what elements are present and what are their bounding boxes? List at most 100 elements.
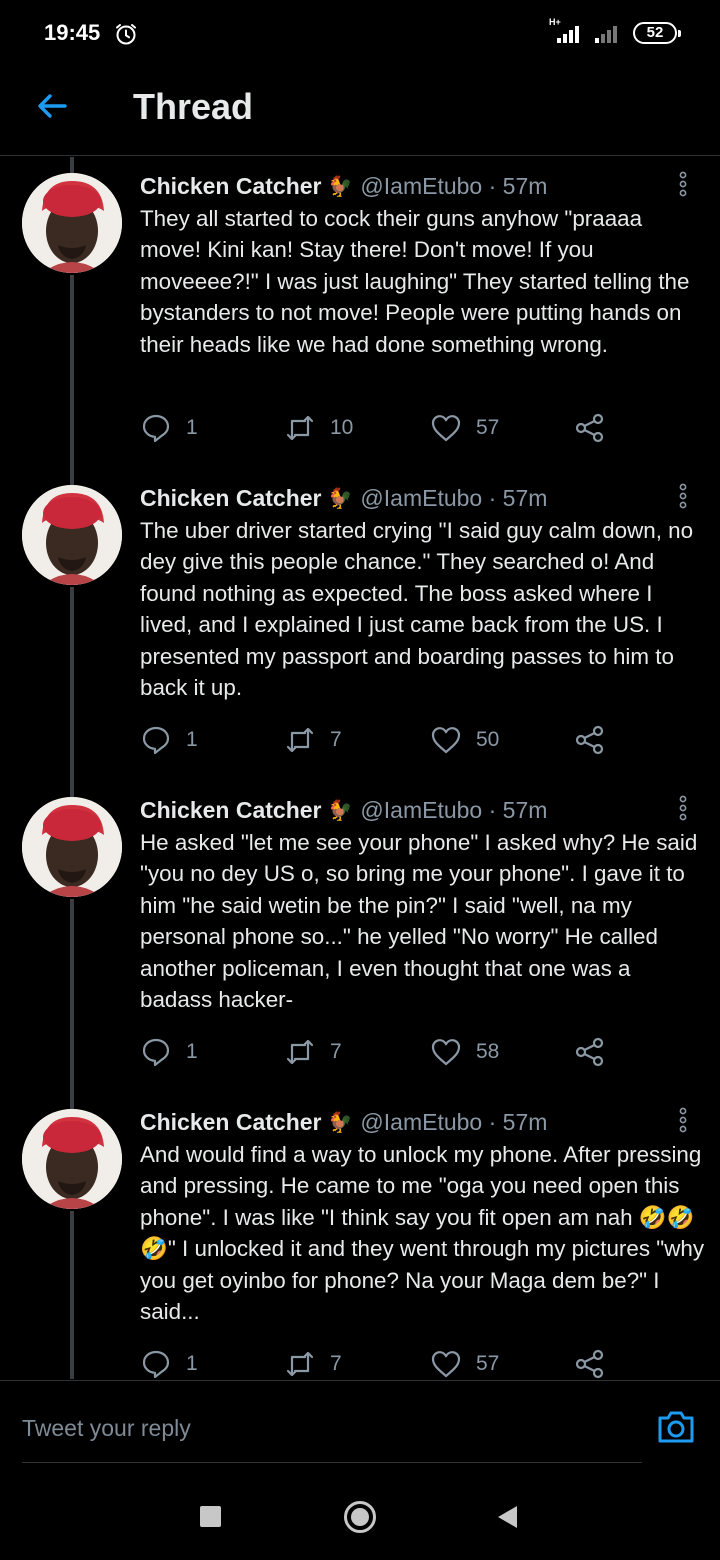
author-name[interactable]: Chicken Catcher [140, 173, 322, 199]
retweet-button[interactable]: 7 [284, 1348, 342, 1379]
retweet-icon [286, 727, 314, 753]
like-button[interactable]: 57 [430, 1348, 499, 1379]
like-button[interactable]: 57 [430, 412, 499, 444]
reply-button[interactable]: 1 [140, 724, 198, 756]
rooster-emoji-icon: 🐓 [327, 488, 353, 510]
arrow-left-icon[interactable] [34, 88, 70, 124]
reply-input[interactable]: Tweet your reply [22, 1381, 642, 1463]
avatar[interactable] [22, 485, 122, 585]
tweet-header: Chicken Catcher 🐓 @IamEtubo · 57m [140, 797, 670, 824]
rooster-emoji-icon: 🐓 [327, 800, 353, 822]
avatar[interactable] [22, 1109, 122, 1209]
tweet[interactable]: Chicken Catcher 🐓 @IamEtubo · 57m The uber… [0, 469, 720, 781]
more-vertical-icon[interactable] [676, 795, 690, 821]
heart-icon [431, 727, 461, 754]
home-circle-icon[interactable] [343, 1500, 377, 1534]
thread-list[interactable]: Chicken Catcher 🐓 @IamEtubo · 57m They all… [0, 157, 720, 1379]
share-button[interactable] [574, 412, 606, 444]
reply-count: 1 [186, 1352, 198, 1375]
tweet-header: Chicken Catcher 🐓 @IamEtubo · 57m [140, 485, 670, 512]
tweet-header: Chicken Catcher 🐓 @IamEtubo · 57m [140, 173, 670, 200]
separator-dot: · [488, 485, 497, 511]
recents-square-icon[interactable] [200, 1506, 221, 1527]
reply-count: 1 [186, 416, 198, 439]
tweet-text: And would find a way to unlock my phone.… [140, 1142, 705, 1325]
author-handle[interactable]: @IamEtubo [360, 173, 482, 199]
more-vertical-icon[interactable] [676, 1107, 690, 1133]
heart-icon [431, 415, 461, 442]
rooster-emoji-icon: 🐓 [327, 176, 353, 198]
like-button[interactable]: 50 [430, 724, 499, 756]
reply-button[interactable]: 1 [140, 412, 198, 444]
system-nav-bar [0, 1464, 720, 1560]
author-name[interactable]: Chicken Catcher [140, 485, 322, 511]
reply-count: 1 [186, 728, 198, 751]
author-handle[interactable]: @IamEtubo [360, 797, 482, 823]
tweet-time: 57m [502, 485, 548, 511]
retweet-button[interactable]: 10 [284, 412, 353, 444]
retweet-icon [286, 415, 314, 441]
avatar[interactable] [22, 173, 122, 273]
reply-button[interactable]: 1 [140, 1348, 198, 1379]
thread-connector [70, 157, 74, 173]
tweet-actions: 1 10 57 [140, 412, 620, 444]
share-icon [575, 725, 604, 755]
rooster-emoji-icon: 🐓 [327, 1112, 353, 1134]
share-icon [575, 413, 604, 443]
separator-dot: · [488, 173, 497, 199]
retweet-count: 7 [330, 1352, 342, 1375]
reply-icon [142, 726, 170, 755]
author-name[interactable]: Chicken Catcher [140, 1109, 322, 1135]
tweet[interactable]: Chicken Catcher 🐓 @IamEtubo · 57m They all… [0, 157, 720, 469]
status-bar: 19:45 H+ 52 [0, 0, 720, 66]
tweet-header: Chicken Catcher 🐓 @IamEtubo · 57m [140, 1109, 670, 1136]
thread-connector [70, 1093, 74, 1109]
camera-icon[interactable] [656, 1409, 696, 1445]
reply-count: 1 [186, 1040, 198, 1063]
separator-dot: · [488, 797, 497, 823]
thread-connector [70, 587, 74, 781]
share-button[interactable] [574, 724, 606, 756]
thread-connector [70, 469, 74, 485]
tweet[interactable]: Chicken Catcher 🐓 @IamEtubo · 57m And woul… [0, 1093, 720, 1379]
thread-connector [70, 781, 74, 797]
tweet-actions: 1 7 57 [140, 1348, 620, 1379]
author-name[interactable]: Chicken Catcher [140, 797, 322, 823]
tweet[interactable]: Chicken Catcher 🐓 @IamEtubo · 57m He asked… [0, 781, 720, 1093]
heart-icon [431, 1351, 461, 1378]
tweet-actions: 1 7 50 [140, 724, 620, 756]
tweet-time: 57m [502, 1109, 548, 1135]
thread-connector [70, 1211, 74, 1379]
tweet-time: 57m [502, 173, 548, 199]
signal-icon [557, 26, 579, 43]
retweet-button[interactable]: 7 [284, 724, 342, 756]
tweet-actions: 1 7 58 [140, 1036, 620, 1068]
author-handle[interactable]: @IamEtubo [360, 1109, 482, 1135]
like-count: 57 [476, 416, 500, 439]
tweet-text: The uber driver started crying "I said g… [140, 518, 694, 701]
retweet-count: 7 [330, 728, 342, 751]
retweet-count: 7 [330, 1040, 342, 1063]
retweet-button[interactable]: 7 [284, 1036, 342, 1068]
tweet-text: They all started to cock their guns anyh… [140, 206, 690, 357]
like-count: 58 [476, 1040, 500, 1063]
reply-button[interactable]: 1 [140, 1036, 198, 1068]
app-header: Thread [0, 66, 720, 156]
share-button[interactable] [574, 1036, 606, 1068]
like-count: 57 [476, 1352, 500, 1375]
share-button[interactable] [574, 1348, 606, 1379]
like-button[interactable]: 58 [430, 1036, 499, 1068]
tweet-time: 57m [502, 797, 548, 823]
reply-icon [142, 1350, 170, 1379]
back-triangle-icon[interactable] [495, 1504, 519, 1530]
heart-icon [431, 1039, 461, 1066]
retweet-icon [286, 1039, 314, 1065]
retweet-icon [286, 1351, 314, 1377]
like-count: 50 [476, 728, 500, 751]
share-icon [575, 1037, 604, 1067]
author-handle[interactable]: @IamEtubo [360, 485, 482, 511]
more-vertical-icon[interactable] [676, 171, 690, 197]
avatar[interactable] [22, 797, 122, 897]
reply-bar: Tweet your reply [0, 1380, 720, 1464]
more-vertical-icon[interactable] [676, 483, 690, 509]
